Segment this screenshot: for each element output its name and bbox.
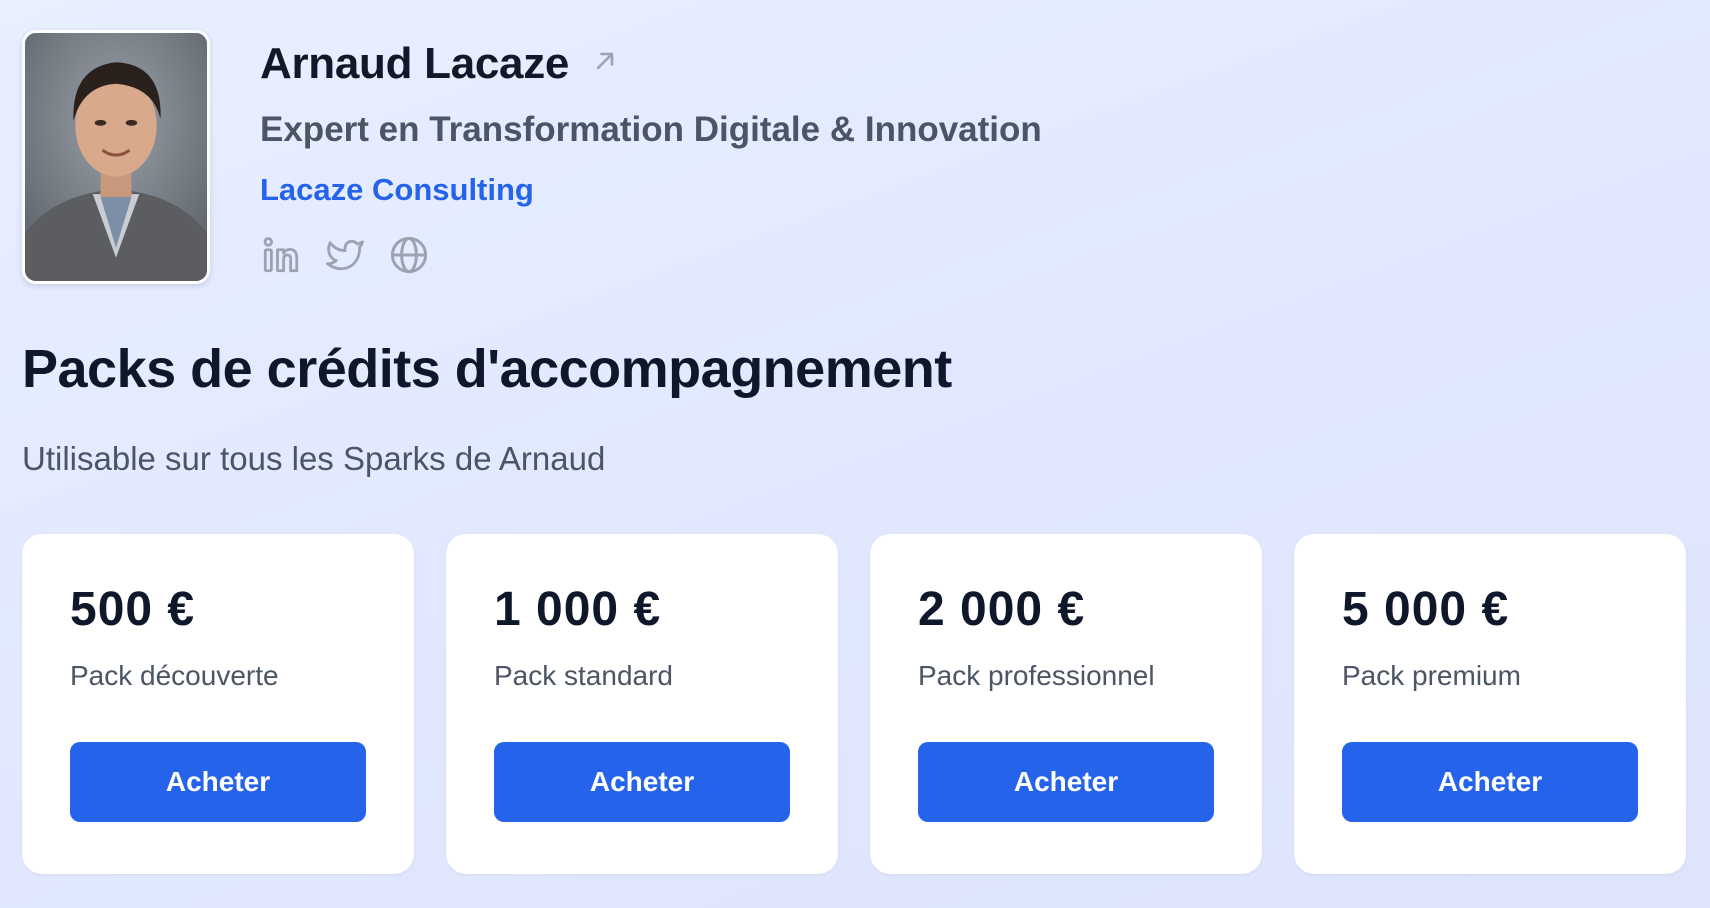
social-links (260, 234, 1042, 276)
section-subtitle: Utilisable sur tous les Sparks de Arnaud (22, 440, 606, 477)
pack-price: 500 € (70, 583, 196, 636)
pack-name: Pack découverte (70, 660, 279, 691)
pack-price: 2 000 € (918, 583, 1086, 636)
company-link[interactable]: Lacaze Consulting (260, 172, 534, 208)
pack-price: 5 000 € (1342, 583, 1510, 636)
pack-price: 1 000 € (494, 583, 662, 636)
avatar (22, 30, 210, 284)
linkedin-icon[interactable] (260, 234, 302, 276)
pack-name: Pack premium (1342, 660, 1521, 691)
pack-cards: 500 € Pack découverte Acheter 1 000 € Pa… (22, 534, 1686, 874)
pack-card: 1 000 € Pack standard Acheter (446, 534, 838, 874)
avatar-photo (25, 33, 207, 281)
external-link-arrow-icon[interactable] (591, 47, 619, 75)
pack-card: 5 000 € Pack premium Acheter (1294, 534, 1686, 874)
buy-button[interactable]: Acheter (918, 742, 1214, 822)
profile-name: Arnaud Lacaze (260, 39, 570, 88)
buy-button[interactable]: Acheter (70, 742, 366, 822)
pack-card: 2 000 € Pack professionnel Acheter (870, 534, 1262, 874)
buy-button[interactable]: Acheter (1342, 742, 1638, 822)
profile-header: Arnaud Lacaze Expert en Transformation D… (22, 30, 1042, 284)
globe-icon[interactable] (388, 234, 430, 276)
pack-name: Pack professionnel (918, 660, 1155, 691)
section-heading: Packs de crédits d'accompagnement (22, 339, 952, 399)
twitter-icon[interactable] (324, 234, 366, 276)
pack-card: 500 € Pack découverte Acheter (22, 534, 414, 874)
buy-button[interactable]: Acheter (494, 742, 790, 822)
pack-name: Pack standard (494, 660, 673, 691)
profile-title: Expert en Transformation Digitale & Inno… (260, 110, 1042, 149)
